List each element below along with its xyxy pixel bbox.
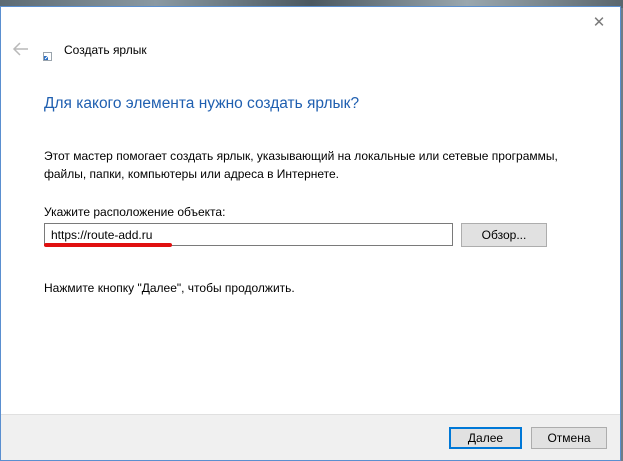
- continue-hint: Нажмите кнопку "Далее", чтобы продолжить…: [44, 281, 295, 295]
- browse-button[interactable]: Обзор...: [461, 223, 547, 247]
- shortcut-icon: [43, 48, 52, 61]
- create-shortcut-dialog: ✕ Создать ярлык Для какого элемента нужн…: [0, 6, 621, 461]
- back-arrow-icon[interactable]: [12, 41, 30, 57]
- dialog-footer: Далее Отмена: [1, 414, 620, 460]
- cancel-button[interactable]: Отмена: [531, 427, 607, 449]
- close-icon[interactable]: ✕: [586, 11, 612, 33]
- page-heading: Для какого элемента нужно создать ярлык?: [44, 95, 360, 112]
- location-label: Укажите расположение объекта:: [44, 205, 226, 219]
- dialog-title-row: Создать ярлык: [43, 42, 147, 61]
- highlight-underline: [44, 243, 172, 247]
- wizard-description: Этот мастер помогает создать ярлык, указ…: [44, 149, 558, 181]
- next-button[interactable]: Далее: [449, 427, 522, 449]
- dialog-title: Создать ярлык: [64, 43, 147, 57]
